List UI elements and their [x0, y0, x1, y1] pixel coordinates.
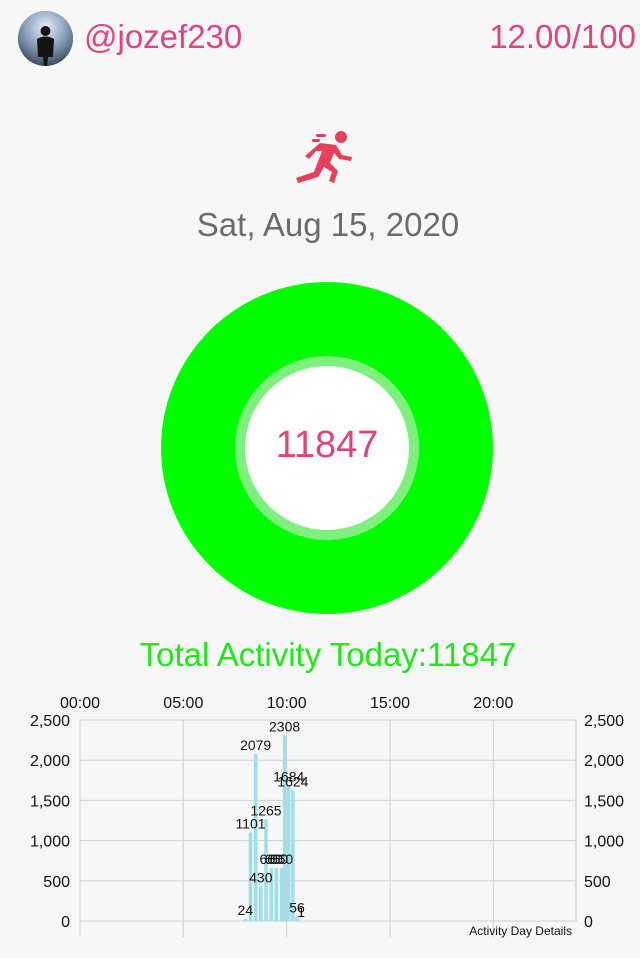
bar-value-label: 430 [249, 869, 273, 885]
bar [243, 919, 248, 921]
bar [259, 886, 263, 921]
y-tick-label-right: 500 [584, 874, 611, 891]
bar [253, 753, 258, 921]
plot-frame [79, 719, 577, 922]
ring-value: 11847 [275, 424, 379, 466]
bar-value-label: 2308 [269, 718, 300, 734]
bar [299, 920, 303, 922]
x-tick-label: 15:00 [370, 695, 410, 712]
y-tick-label-left: 0 [61, 914, 70, 931]
y-tick-label-right: 1,500 [584, 793, 624, 810]
y-tick-label-right: 2,500 [584, 713, 624, 730]
x-tick-label: 10:00 [267, 695, 307, 712]
bar-value-label: 1265 [250, 802, 281, 818]
x-tick-label: 00:00 [60, 695, 100, 712]
x-tick-label: 05:00 [163, 695, 203, 712]
avatar-icon [18, 11, 73, 66]
bar-value-label: 660 [270, 851, 294, 867]
bar [274, 867, 279, 921]
bar [279, 867, 284, 921]
header: @jozef230 12.00/100 [0, 0, 640, 80]
total-activity-label: Total Activity Today:11847 [139, 636, 517, 673]
x-tick-label: 20:00 [473, 695, 513, 712]
activity-chart: 0 0 500 500 1,000 1,000 1,500 1,500 2,000 2,000 2,… [30, 695, 624, 938]
username[interactable]: @jozef230 [84, 18, 242, 56]
y-tick-label-right: 1,000 [584, 834, 624, 851]
bar-value-label: 2079 [240, 737, 271, 753]
score: 12.00/100 [489, 18, 636, 55]
chart-description: Activity Day Details [469, 924, 572, 938]
y-tick-label-right: 0 [584, 914, 593, 931]
y-tick-label-left: 1,000 [30, 834, 70, 851]
user-avatar[interactable] [18, 11, 73, 66]
running-person-icon [296, 131, 352, 183]
date-label: Sat, Aug 15, 2020 [196, 206, 460, 243]
bar-value-label: 24 [238, 902, 254, 918]
y-tick-label-left: 500 [43, 874, 70, 891]
bar-value-label: 1 [297, 904, 305, 920]
bar-value-label: 1624 [277, 773, 308, 789]
y-tick-label-right: 2,000 [584, 753, 624, 770]
y-tick-label-left: 2,000 [30, 753, 70, 770]
y-tick-label-left: 2,500 [30, 713, 70, 730]
bar [282, 735, 287, 921]
y-tick-label-left: 1,500 [30, 793, 70, 810]
